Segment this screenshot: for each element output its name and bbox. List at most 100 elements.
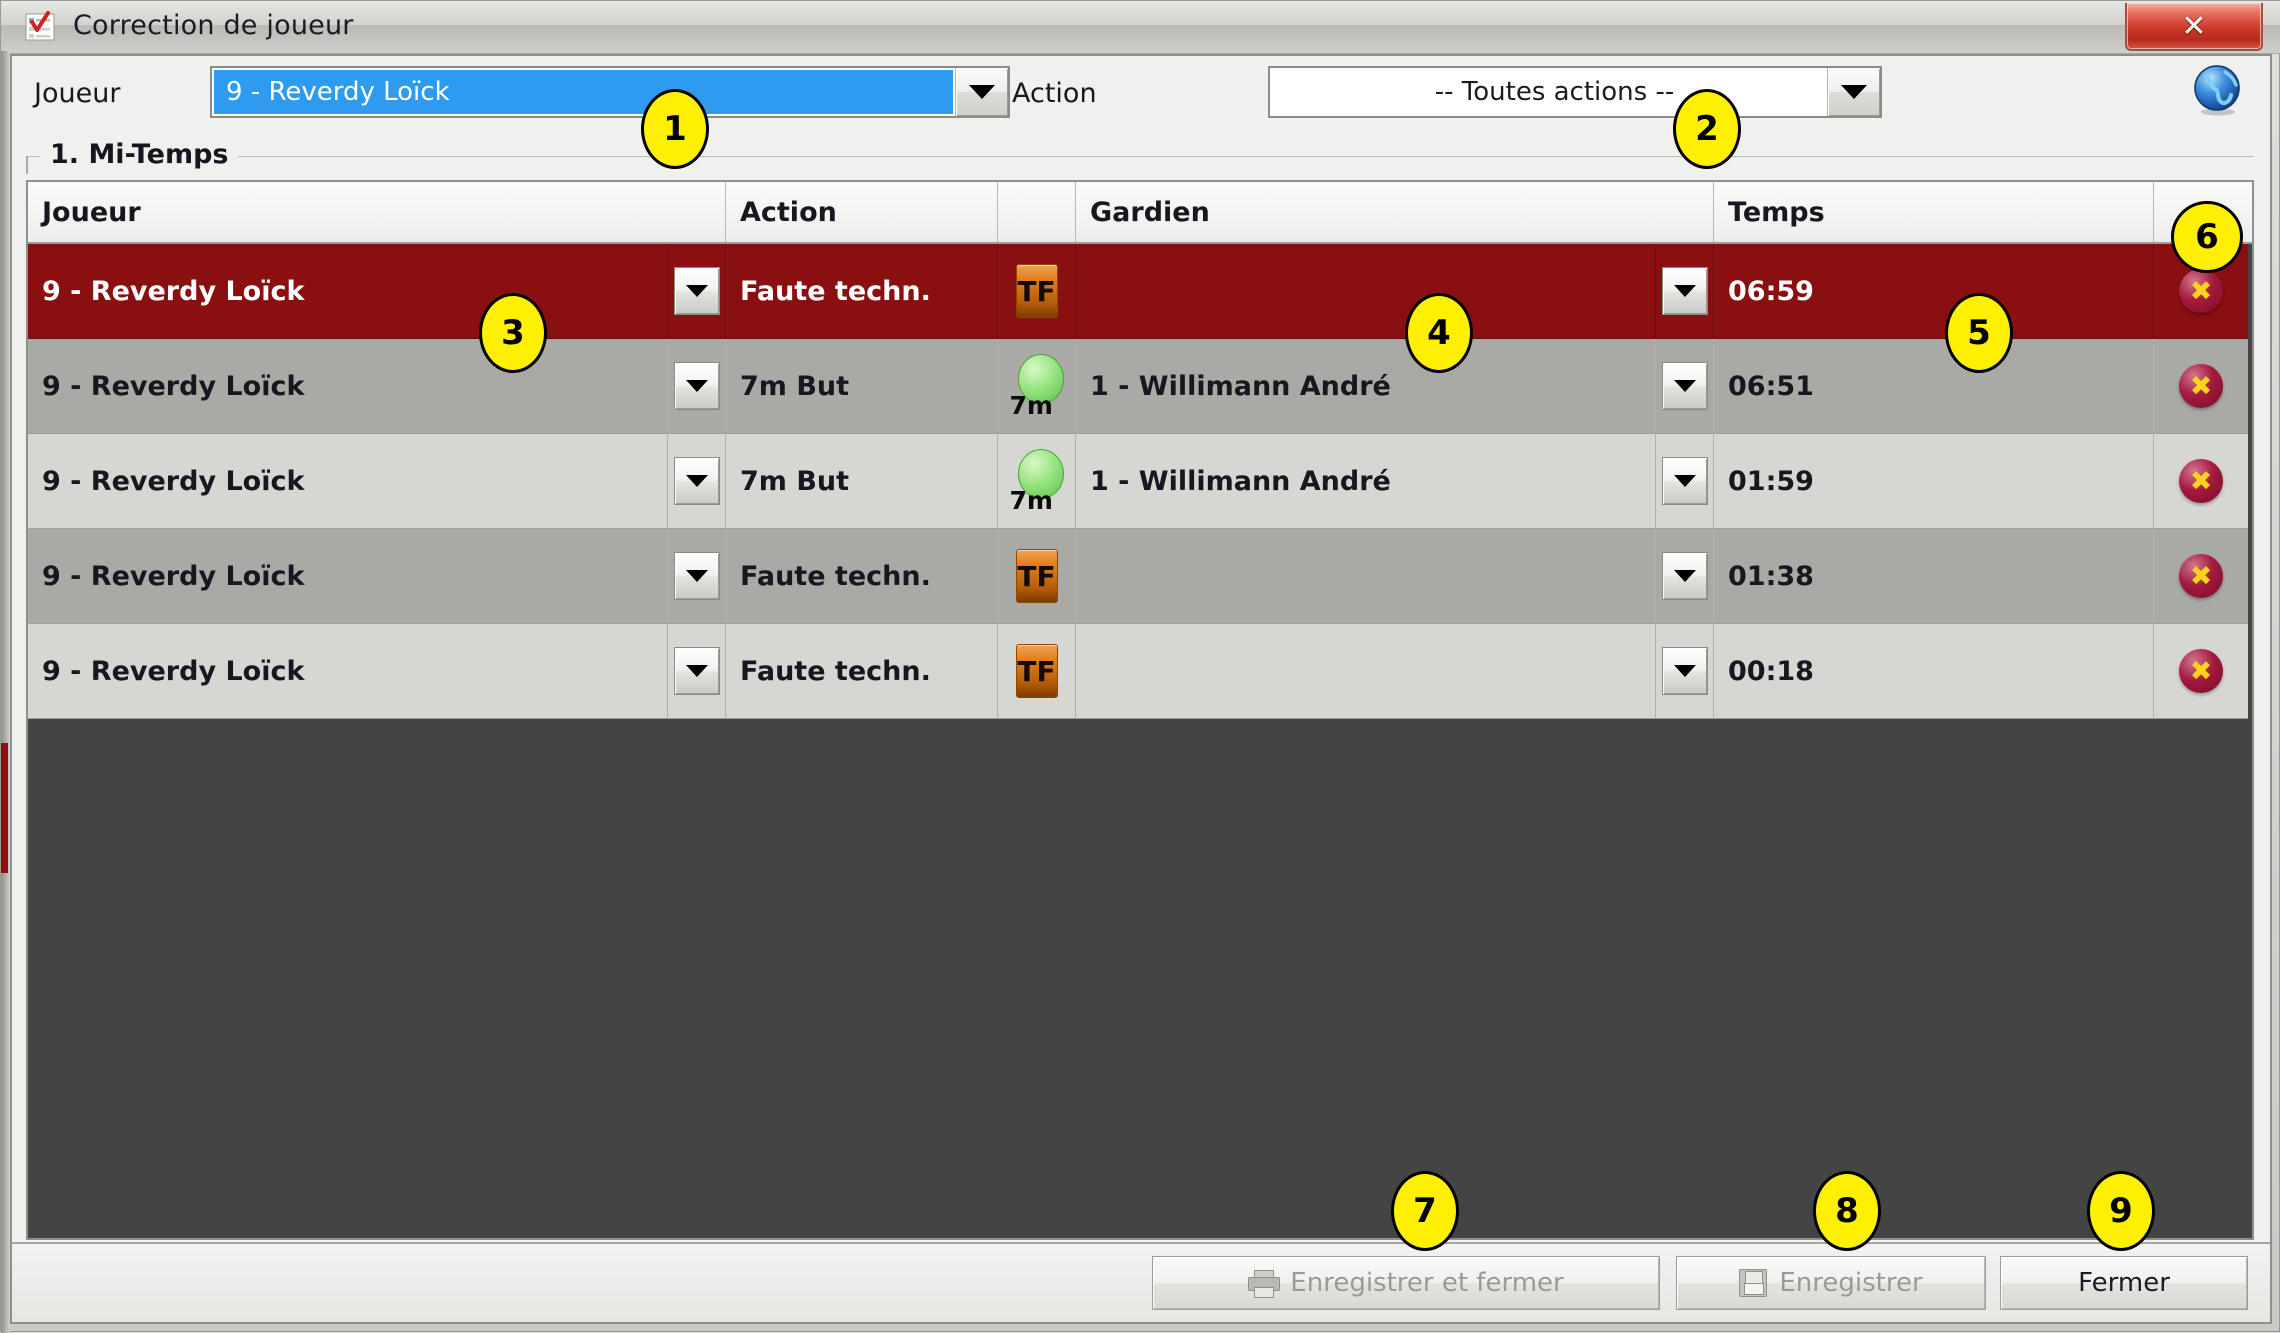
- seven-meter-goal-icon: 7m: [1010, 449, 1064, 513]
- technical-foul-icon-label: TF: [1017, 559, 1056, 593]
- table-empty-area: [28, 719, 2252, 1238]
- callout-marker-2: 2: [1673, 89, 1741, 169]
- chevron-down-icon[interactable]: [1827, 68, 1880, 116]
- joueur-filter-combobox[interactable]: 9 - Reverdy Loïck: [210, 66, 1010, 118]
- action-filter-combobox[interactable]: -- Toutes actions --: [1268, 66, 1882, 118]
- filter-bar: Joueur 9 - Reverdy Loïck Action -- Toute…: [12, 56, 2270, 124]
- table-row[interactable]: 9 - Reverdy Loïck Faute techn. TF 06:59 ✖: [28, 244, 2252, 339]
- technical-foul-icon-label: TF: [1017, 654, 1056, 688]
- seven-meter-goal-icon-label: 7m: [1009, 391, 1053, 420]
- cell-gardien-dropdown[interactable]: [1656, 624, 1714, 719]
- cell-temps[interactable]: 00:18: [1714, 624, 2154, 719]
- cell-joueur-dropdown[interactable]: [668, 244, 726, 339]
- cell-joueur-dropdown[interactable]: [668, 624, 726, 719]
- technical-foul-icon: TF: [1015, 549, 1058, 603]
- cell-action[interactable]: Faute techn.: [726, 244, 998, 339]
- cell-gardien-dropdown[interactable]: [1656, 529, 1714, 624]
- cell-gardien-dropdown[interactable]: [1656, 434, 1714, 529]
- chevron-down-icon[interactable]: [673, 647, 720, 695]
- cell-temps-text: 01:38: [1728, 560, 1814, 592]
- table-row[interactable]: 9 - Reverdy Loïck 7m But 7m 1 - Willimann A…: [28, 434, 2252, 529]
- chevron-down-icon[interactable]: [955, 68, 1008, 116]
- cell-temps-text: 00:18: [1728, 655, 1814, 687]
- technical-foul-icon-label: TF: [1017, 274, 1056, 308]
- chevron-down-icon[interactable]: [1661, 362, 1708, 410]
- cell-delete[interactable]: ✖: [2154, 339, 2248, 434]
- table-row[interactable]: 9 - Reverdy Loïck Faute techn. TF 01:38 ✖: [28, 529, 2252, 624]
- callout-marker-9: 9: [2087, 1171, 2155, 1251]
- chevron-down-icon[interactable]: [673, 552, 720, 600]
- table-row[interactable]: 9 - Reverdy Loïck Faute techn. TF 00:18 ✖: [28, 624, 2252, 719]
- cell-joueur[interactable]: 9 - Reverdy Loïck: [28, 339, 668, 434]
- save-button[interactable]: Enregistrer: [1676, 1256, 1986, 1310]
- cell-joueur-text: 9 - Reverdy Loïck: [42, 275, 305, 307]
- delete-row-icon[interactable]: ✖: [2179, 459, 2223, 503]
- cell-joueur-dropdown[interactable]: [668, 339, 726, 434]
- column-header-gardien[interactable]: Gardien: [1076, 182, 1714, 242]
- save-and-close-button-label: Enregistrer et fermer: [1290, 1268, 1564, 1298]
- delete-row-icon[interactable]: ✖: [2179, 554, 2223, 598]
- column-header-action-icon[interactable]: [998, 182, 1076, 242]
- save-button-label: Enregistrer: [1779, 1268, 1923, 1298]
- chevron-down-icon[interactable]: [1661, 552, 1708, 600]
- cell-gardien[interactable]: 1 - Willimann André: [1076, 434, 1656, 529]
- window-left-red-marker: [1, 743, 8, 873]
- cell-action[interactable]: Faute techn.: [726, 529, 998, 624]
- cell-temps-text: 06:51: [1728, 370, 1814, 402]
- floppy-disk-icon: [1739, 1269, 1768, 1297]
- delete-row-icon[interactable]: ✖: [2179, 364, 2223, 408]
- save-and-close-button[interactable]: Enregistrer et fermer: [1152, 1256, 1660, 1310]
- dialog-button-bar: Enregistrer et fermer Enregistrer Fermer: [12, 1242, 2270, 1322]
- dialog-window: Correction de joueur ✕ Joueur 9 - Reverd…: [0, 0, 2280, 1333]
- chevron-down-icon[interactable]: [1661, 647, 1708, 695]
- cell-gardien[interactable]: [1076, 244, 1656, 339]
- close-button[interactable]: Fermer: [2000, 1256, 2248, 1310]
- window-close-button[interactable]: ✕: [2125, 3, 2263, 51]
- chevron-down-icon[interactable]: [1661, 267, 1708, 315]
- column-header-temps[interactable]: Temps: [1714, 182, 2154, 242]
- cell-gardien[interactable]: [1076, 624, 1656, 719]
- callout-marker-1: 1: [641, 89, 709, 169]
- cell-gardien[interactable]: [1076, 529, 1656, 624]
- cell-temps[interactable]: 06:59: [1714, 244, 2154, 339]
- cell-joueur[interactable]: 9 - Reverdy Loïck: [28, 434, 668, 529]
- cell-joueur[interactable]: 9 - Reverdy Loïck: [28, 624, 668, 719]
- chevron-down-icon[interactable]: [673, 457, 720, 505]
- cell-temps[interactable]: 01:38: [1714, 529, 2154, 624]
- cell-action[interactable]: 7m But: [726, 434, 998, 529]
- delete-row-icon[interactable]: ✖: [2179, 269, 2223, 313]
- group-box-divider: [26, 156, 2254, 158]
- column-header-joueur[interactable]: Joueur: [28, 182, 726, 242]
- group-box-divider-left: [26, 156, 28, 174]
- cell-action-icon: TF: [998, 244, 1076, 339]
- cell-temps[interactable]: 01:59: [1714, 434, 2154, 529]
- close-icon: ✕: [2181, 8, 2207, 44]
- cell-gardien-dropdown[interactable]: [1656, 244, 1714, 339]
- seven-meter-goal-icon-label: 7m: [1009, 486, 1053, 515]
- column-header-action[interactable]: Action: [726, 182, 998, 242]
- cell-joueur[interactable]: 9 - Reverdy Loïck: [28, 244, 668, 339]
- table-header-row: Joueur Action Gardien Temps: [28, 182, 2252, 244]
- chevron-down-icon[interactable]: [673, 362, 720, 410]
- globe-icon[interactable]: [2190, 62, 2246, 118]
- cell-delete[interactable]: ✖: [2154, 624, 2248, 719]
- cell-gardien-dropdown[interactable]: [1656, 339, 1714, 434]
- cell-gardien[interactable]: 1 - Willimann André: [1076, 339, 1656, 434]
- cell-action-icon: TF: [998, 624, 1076, 719]
- cell-action[interactable]: 7m But: [726, 339, 998, 434]
- window-title: Correction de joueur: [73, 10, 354, 41]
- cell-joueur-dropdown[interactable]: [668, 529, 726, 624]
- cell-joueur-text: 9 - Reverdy Loïck: [42, 370, 305, 402]
- cell-temps[interactable]: 06:51: [1714, 339, 2154, 434]
- cell-joueur[interactable]: 9 - Reverdy Loïck: [28, 529, 668, 624]
- chevron-down-icon[interactable]: [673, 267, 720, 315]
- cell-delete[interactable]: ✖: [2154, 434, 2248, 529]
- cell-delete[interactable]: ✖: [2154, 529, 2248, 624]
- delete-row-icon[interactable]: ✖: [2179, 649, 2223, 693]
- cell-joueur-dropdown[interactable]: [668, 434, 726, 529]
- action-filter-value: -- Toutes actions --: [1434, 77, 1675, 107]
- table-row[interactable]: 9 - Reverdy Loïck 7m But 7m 1 - Willimann A…: [28, 339, 2252, 434]
- cell-action[interactable]: Faute techn.: [726, 624, 998, 719]
- cell-action-text: Faute techn.: [740, 560, 931, 592]
- chevron-down-icon[interactable]: [1661, 457, 1708, 505]
